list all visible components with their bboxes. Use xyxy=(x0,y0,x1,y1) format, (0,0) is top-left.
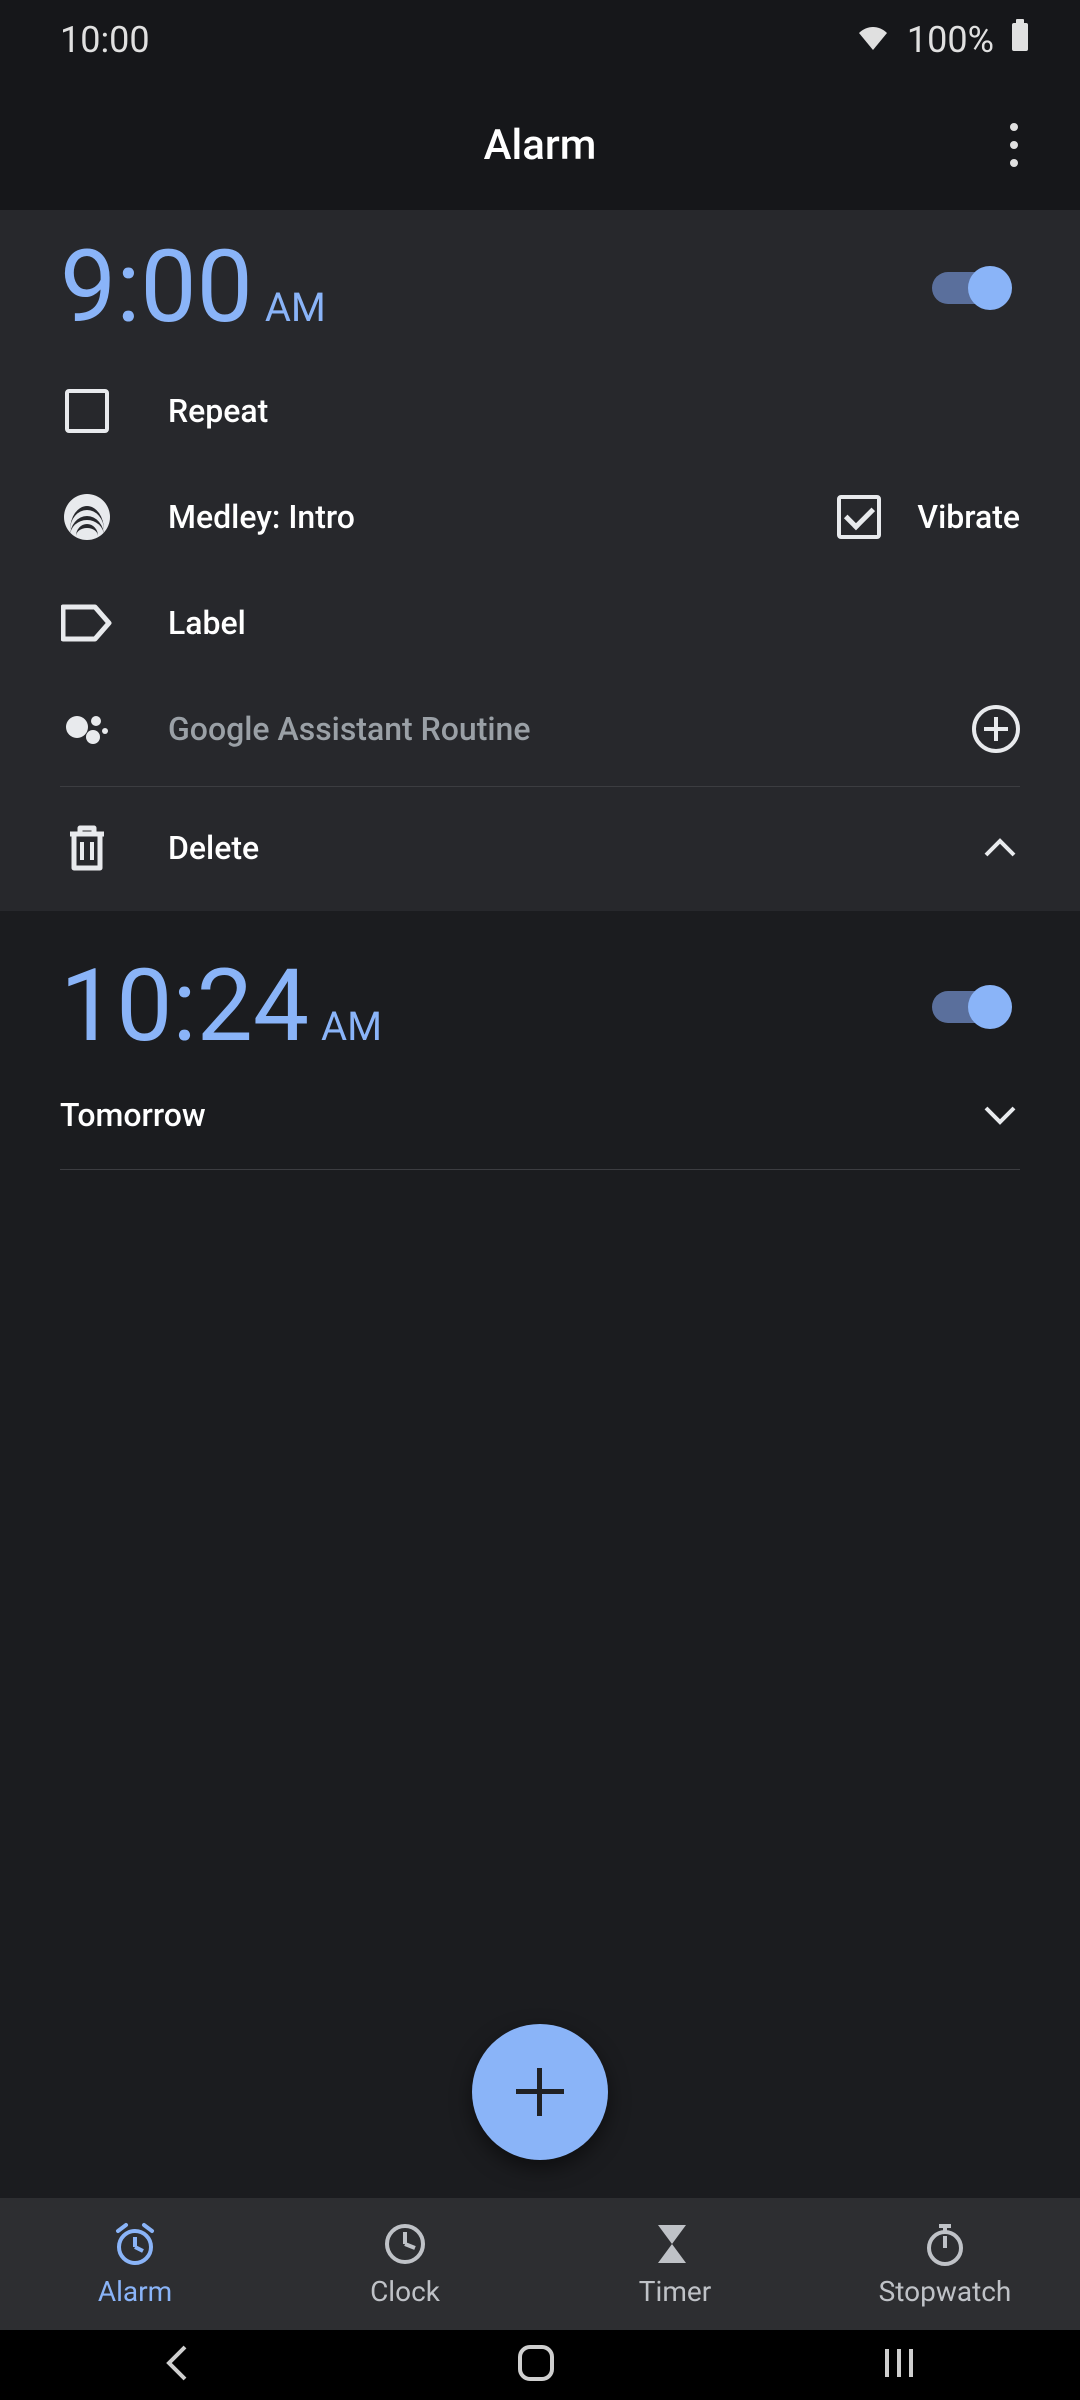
status-time: 10:00 xyxy=(60,19,150,61)
back-icon xyxy=(159,2341,195,2385)
assistant-icon xyxy=(60,702,114,756)
recents-icon xyxy=(877,2343,921,2383)
add-alarm-fab[interactable] xyxy=(472,2024,608,2160)
home-icon xyxy=(514,2341,558,2385)
alarm-summary-row[interactable]: Tomorrow xyxy=(0,1079,1080,1169)
sys-home-button[interactable] xyxy=(514,2341,558,2389)
trash-icon xyxy=(60,821,114,875)
battery-percent: 100% xyxy=(907,19,994,61)
vibrate-checkbox[interactable] xyxy=(837,495,881,539)
bottom-nav: Alarm Clock Timer Stopwatch xyxy=(0,2198,1080,2330)
system-nav-bar xyxy=(0,2330,1080,2400)
delete-button[interactable]: Delete xyxy=(60,821,259,875)
label-label: Label xyxy=(168,604,246,642)
alarm-time-row: 10:24 AM xyxy=(0,911,1080,1079)
vibrate-label: Vibrate xyxy=(917,498,1020,536)
spotify-icon xyxy=(60,490,114,544)
overflow-menu-button[interactable] xyxy=(984,115,1044,175)
status-bar: 10:00 100% xyxy=(0,0,1080,80)
label-icon xyxy=(60,596,114,650)
nav-alarm-label: Alarm xyxy=(98,2275,172,2308)
alarm-time-button[interactable]: 9:00 AM xyxy=(60,238,326,338)
status-right: 100% xyxy=(855,19,1030,62)
vibrate-row[interactable]: Vibrate xyxy=(837,495,1020,539)
chevron-up-icon xyxy=(982,837,1018,859)
sound-label: Medley: Intro xyxy=(168,498,355,536)
nav-stopwatch-label: Stopwatch xyxy=(879,2275,1012,2308)
repeat-row[interactable]: Repeat xyxy=(0,358,1080,464)
divider xyxy=(60,786,1020,787)
alarm-ampm: AM xyxy=(321,1003,382,1050)
nav-stopwatch[interactable]: Stopwatch xyxy=(810,2198,1080,2330)
alarm-time-row: 9:00 AM xyxy=(0,210,1080,358)
sys-recents-button[interactable] xyxy=(877,2343,921,2387)
stopwatch-icon xyxy=(922,2221,968,2267)
alarm-ampm: AM xyxy=(265,284,326,331)
assistant-row[interactable]: Google Assistant Routine xyxy=(0,676,1080,782)
app-bar: Alarm xyxy=(0,80,1080,210)
nav-timer[interactable]: Timer xyxy=(540,2198,810,2330)
card-footer: Delete xyxy=(0,791,1080,911)
page-title: Alarm xyxy=(484,121,597,170)
more-vert-icon xyxy=(1010,123,1018,167)
plus-icon xyxy=(516,2068,564,2116)
wifi-icon xyxy=(855,19,891,61)
sound-vibrate-row: Medley: Intro Vibrate xyxy=(0,464,1080,570)
label-row[interactable]: Label xyxy=(0,570,1080,676)
hourglass-icon xyxy=(652,2221,698,2267)
alarm-time: 10:24 xyxy=(60,957,309,1057)
alarm-card-collapsed: 10:24 AM Tomorrow xyxy=(0,911,1080,1170)
alarm-card-expanded: 9:00 AM Repeat Medley: Intro Vibrate xyxy=(0,210,1080,911)
assistant-label: Google Assistant Routine xyxy=(168,710,530,748)
alarm-toggle[interactable] xyxy=(932,985,1020,1029)
alarm-toggle[interactable] xyxy=(932,266,1020,310)
delete-label: Delete xyxy=(168,829,259,867)
sound-row[interactable]: Medley: Intro xyxy=(60,490,355,544)
nav-clock-label: Clock xyxy=(370,2275,440,2308)
collapse-button[interactable] xyxy=(980,828,1020,868)
alarm-time-button[interactable]: 10:24 AM xyxy=(60,957,382,1057)
expand-button[interactable] xyxy=(980,1095,1020,1135)
nav-clock[interactable]: Clock xyxy=(270,2198,540,2330)
battery-icon xyxy=(1010,19,1030,62)
alarm-summary: Tomorrow xyxy=(60,1096,206,1134)
clock-icon xyxy=(382,2221,428,2267)
repeat-label: Repeat xyxy=(168,392,268,430)
alarm-icon xyxy=(112,2221,158,2267)
sys-back-button[interactable] xyxy=(159,2341,195,2389)
nav-timer-label: Timer xyxy=(639,2275,711,2308)
alarm-time: 9:00 xyxy=(60,238,253,338)
assistant-add-button[interactable] xyxy=(972,705,1020,753)
repeat-checkbox[interactable] xyxy=(60,384,114,438)
chevron-down-icon xyxy=(982,1104,1018,1126)
plus-circle-icon xyxy=(972,705,1020,753)
alarm-list: 9:00 AM Repeat Medley: Intro Vibrate xyxy=(0,210,1080,2230)
nav-alarm[interactable]: Alarm xyxy=(0,2198,270,2330)
